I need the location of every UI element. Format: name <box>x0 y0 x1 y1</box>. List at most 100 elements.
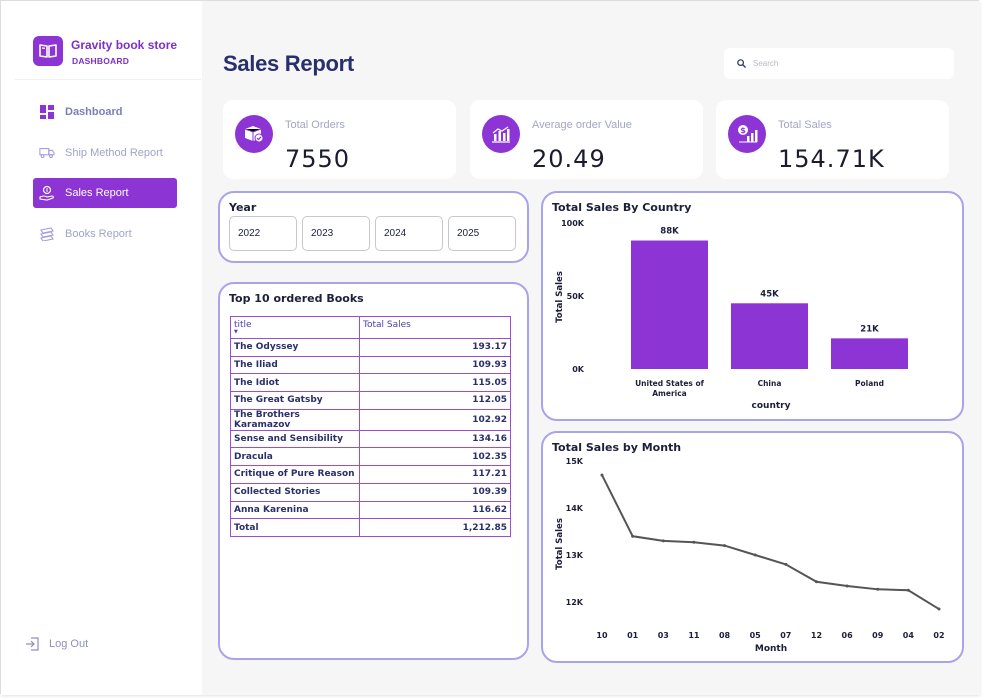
sales-line[interactable] <box>601 474 940 610</box>
sales-by-country-card: Total Sales By Country Total Sales count… <box>541 191 964 421</box>
line-point[interactable] <box>600 473 604 477</box>
book-title-cell: Collected Stories <box>230 482 360 502</box>
search-input[interactable]: Search <box>724 48 954 79</box>
bar-chart-icon <box>482 115 520 153</box>
bar-data-label: 88K <box>660 227 679 237</box>
divider <box>15 79 201 80</box>
book-sales-cell: 134.16 <box>359 429 511 449</box>
y-tick-label: 100K <box>561 219 585 228</box>
dollar-chart-icon: $ <box>728 115 766 153</box>
book-sales-cell: 116.62 <box>359 500 511 520</box>
bar[interactable] <box>631 240 708 369</box>
line-point[interactable] <box>784 562 788 566</box>
nav-ship-label: Ship Method Report <box>65 147 163 159</box>
y-tick-label: 50K <box>567 292 585 301</box>
kpi-value: 20.49 <box>532 145 606 173</box>
nav-dashboard-label: Dashboard <box>65 106 123 118</box>
line-point[interactable] <box>937 607 941 611</box>
x-tick-label: 08 <box>719 631 731 640</box>
year-button-2024[interactable]: 2024 <box>375 216 443 251</box>
table-row: The Odyssey 193.17 <box>230 338 511 357</box>
book-sales-cell: 112.05 <box>359 391 511 410</box>
brand: Gravity book store DASHBOARD <box>33 36 177 66</box>
y-tick-label: 13K <box>566 551 584 560</box>
nav-books-report[interactable]: Books Report <box>33 219 177 249</box>
table-header-row: title ▼ Total Sales <box>230 316 511 339</box>
line-point[interactable] <box>661 539 665 543</box>
box-icon <box>235 115 273 153</box>
line-point[interactable] <box>692 540 696 544</box>
top-books-table: title ▼ Total Sales The Odyssey 193.17 The… <box>230 316 511 537</box>
column-header-total-sales[interactable]: Total Sales <box>359 316 511 339</box>
nav-sales-report[interactable]: Sales Report <box>33 178 177 208</box>
x-tick-label: 01 <box>627 631 639 640</box>
bar[interactable] <box>731 303 808 369</box>
year-button-2022[interactable]: 2022 <box>229 216 297 251</box>
book-title-cell: The Odyssey <box>230 338 360 357</box>
nav-ship-method-report[interactable]: Ship Method Report <box>33 138 177 168</box>
x-tick-label: 03 <box>658 631 669 640</box>
table-row: Anna Karenina 116.62 <box>230 500 511 520</box>
search-placeholder: Search <box>753 59 779 68</box>
line-point[interactable] <box>906 588 910 592</box>
line-point[interactable] <box>631 534 635 538</box>
money-hand-icon <box>39 185 55 201</box>
bar-data-label: 45K <box>760 289 779 299</box>
sidebar: Gravity book store DASHBOARD Dashboard S… <box>1 1 202 695</box>
year-button-2025[interactable]: 2025 <box>448 216 516 251</box>
x-tick-label: 02 <box>933 631 944 640</box>
x-tick-label: 09 <box>872 631 884 640</box>
book-title-cell: Critique of Pure Reason <box>230 465 360 484</box>
x-tick-label: 05 <box>750 631 762 640</box>
y-tick-label: 12K <box>566 598 584 607</box>
line-point[interactable] <box>753 553 757 557</box>
bar[interactable] <box>831 338 908 369</box>
table-row: Collected Stories 109.39 <box>230 482 511 502</box>
nav-sales-label: Sales Report <box>65 187 129 199</box>
main-content: Sales Report Search Total Orders 7550 Av… <box>202 1 980 695</box>
kpi-total-orders: Total Orders 7550 <box>223 100 456 179</box>
year-filter-title: Year <box>229 201 257 214</box>
logout-button[interactable]: Log Out <box>25 637 88 651</box>
book-title-cell: The Brothers Karamazov <box>230 408 360 431</box>
x-axis-label: Month <box>755 644 787 654</box>
kpi-label: Average order Value <box>532 119 632 131</box>
book-sales-cell: 115.05 <box>359 373 511 393</box>
sort-arrow-icon: ▼ <box>234 329 238 335</box>
kpi-average-order-value: Average order Value 20.49 <box>470 100 703 179</box>
table-row: The Brothers Karamazov 102.92 <box>230 408 511 431</box>
x-tick-label: 10 <box>596 631 608 640</box>
kpi-value: 154.71K <box>778 145 885 173</box>
page-title: Sales Report <box>223 51 354 76</box>
x-axis-label: country <box>752 401 791 411</box>
year-button-2023[interactable]: 2023 <box>302 216 370 251</box>
table-row: Dracula 102.35 <box>230 447 511 467</box>
table-row: The Idiot 115.05 <box>230 373 511 393</box>
table-row: The Great Gatsby 112.05 <box>230 391 511 410</box>
nav-dashboard[interactable]: Dashboard <box>33 97 177 127</box>
top-books-card: Top 10 ordered Books title ▼ Total Sales … <box>218 282 529 660</box>
x-tick-label: 06 <box>842 631 854 640</box>
brand-title: Gravity book store <box>71 38 178 52</box>
book-sales-cell: 109.93 <box>359 355 511 375</box>
total-label-cell: Total <box>230 518 360 537</box>
line-point[interactable] <box>814 580 818 584</box>
kpi-label: Total Orders <box>285 119 345 131</box>
logout-icon <box>25 637 39 651</box>
line-point[interactable] <box>876 587 880 591</box>
search-icon <box>737 59 746 68</box>
book-title-cell: The Iliad <box>230 355 360 375</box>
x-tick-label: 12 <box>811 631 822 640</box>
app-window: Gravity book store DASHBOARD Dashboard S… <box>0 0 980 695</box>
kpi-total-sales: $ Total Sales 154.71K <box>716 100 949 179</box>
book-sales-cell: 193.17 <box>359 338 511 357</box>
column-header-title[interactable]: title ▼ <box>230 316 360 339</box>
line-point[interactable] <box>845 584 849 588</box>
book-sales-cell: 102.92 <box>359 408 511 431</box>
table-row: The Iliad 109.93 <box>230 355 511 375</box>
line-point[interactable] <box>723 544 727 548</box>
nav-books-label: Books Report <box>65 228 132 240</box>
logout-label: Log Out <box>49 638 89 650</box>
sales-by-month-card: Total Sales by Month Total Sales Month 1… <box>541 431 964 663</box>
year-buttons: 2022 2023 2024 2025 <box>229 216 521 251</box>
